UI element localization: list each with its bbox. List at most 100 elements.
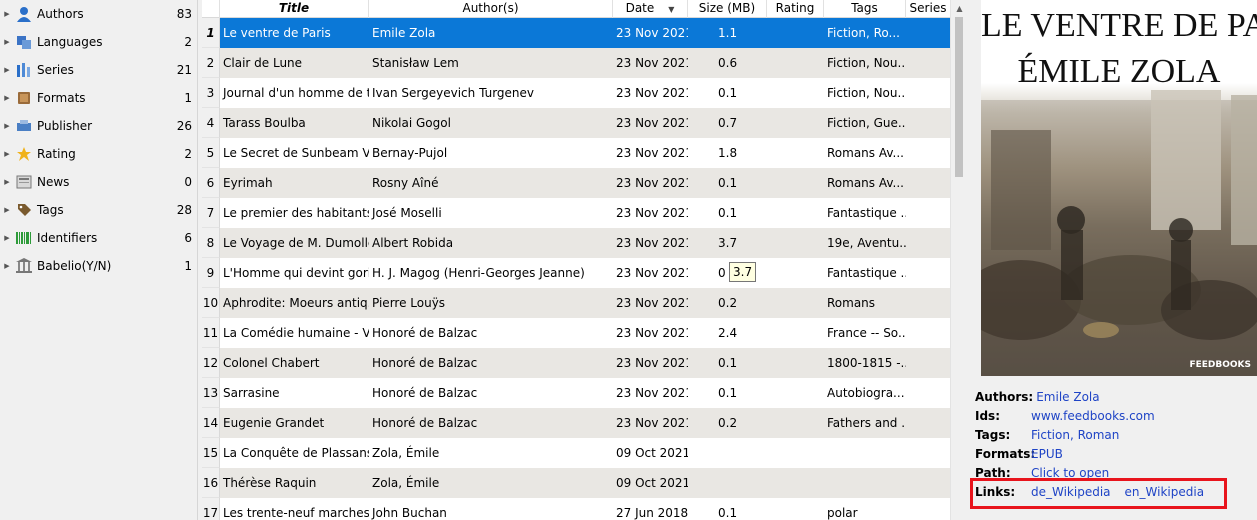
tag-browser-item-series[interactable]: ▶ Series 21	[0, 58, 198, 82]
cell-size[interactable]: 0.7	[688, 108, 767, 138]
row-number[interactable]: 14	[202, 408, 220, 438]
header-corner[interactable]	[202, 0, 220, 18]
vertical-scrollbar[interactable]: ▲	[950, 0, 967, 520]
table-row[interactable]: 16 Thérèse Raquin Zola, Émile 09 Oct 2021	[202, 468, 950, 498]
cell-date[interactable]: 23 Nov 2021	[613, 378, 688, 408]
cell-title[interactable]: Les trente-neuf marches	[220, 498, 369, 520]
cell-date[interactable]: 23 Nov 2021	[613, 198, 688, 228]
cell-title[interactable]: Eugenie Grandet	[220, 408, 369, 438]
cell-date[interactable]: 23 Nov 2021	[613, 318, 688, 348]
cell-title[interactable]: Eyrimah	[220, 168, 369, 198]
cell-author[interactable]: Bernay-Pujol	[369, 138, 613, 168]
table-row[interactable]: 7Le premier des habitants ...José Mosell…	[202, 198, 950, 228]
table-row[interactable]: 6 Eyrimah Rosny Aîné 23 Nov 2021 0.1 Romans A…	[202, 168, 950, 198]
cell-author[interactable]: H. J. Magog (Henri-Georges Jeanne)	[369, 258, 613, 288]
cell-author[interactable]: Ivan Sergeyevich Turgenev	[369, 78, 613, 108]
cell-author[interactable]: Nikolai Gogol	[369, 108, 613, 138]
table-row[interactable]: 1 Le ventre de Paris Emile Zola 23 Nov 2021…	[202, 18, 950, 48]
tag-browser-item-languages[interactable]: ▶ Languages 2	[0, 30, 198, 54]
cell-tags[interactable]: Fiction, Nou...	[824, 78, 906, 108]
cell-date[interactable]: 09 Oct 2021	[613, 438, 688, 468]
cell-author[interactable]: Albert Robida	[369, 228, 613, 258]
cell-date[interactable]: 23 Nov 2021	[613, 348, 688, 378]
row-number[interactable]: 1	[202, 18, 220, 48]
cell-size[interactable]: 0.1	[688, 198, 767, 228]
expand-arrow-icon[interactable]: ▶	[1, 38, 13, 46]
tag-browser-item-identifiers[interactable]: ▶ Identifiers 6	[0, 226, 198, 250]
cell-date[interactable]: 23 Nov 2021	[613, 288, 688, 318]
cell-size[interactable]: 0.6	[688, 48, 767, 78]
row-number[interactable]: 12	[202, 348, 220, 378]
cell-tags[interactable]: 19e, Aventu...	[824, 228, 906, 258]
cell-date[interactable]: 23 Nov 2021	[613, 408, 688, 438]
table-row[interactable]: 10 Aphrodite: Moeurs antiq... Pierre Louÿs…	[202, 288, 950, 318]
tag-browser-item-news[interactable]: ▶ News 0	[0, 170, 198, 194]
row-number[interactable]: 7	[202, 198, 220, 228]
table-row[interactable]: 15 La Conquête de Plassans Zola, Émile 09 O…	[202, 438, 950, 468]
cell-size[interactable]: 2.4	[688, 318, 767, 348]
table-row[interactable]: 5Le Secret de Sunbeam Va...Bernay-Pujol2…	[202, 138, 950, 168]
column-header-rating[interactable]: Rating	[767, 0, 824, 18]
cell-size[interactable]	[688, 468, 767, 498]
cell-date[interactable]: 23 Nov 2021	[613, 18, 688, 48]
expand-arrow-icon[interactable]: ▶	[1, 122, 13, 130]
row-number[interactable]: 17	[202, 498, 220, 520]
row-number[interactable]: 10	[202, 288, 220, 318]
row-number[interactable]: 8	[202, 228, 220, 258]
column-header-tags[interactable]: Tags	[824, 0, 906, 18]
row-number[interactable]: 4	[202, 108, 220, 138]
table-row[interactable]: 14 Eugenie Grandet Honoré de Balzac 23 Nov …	[202, 408, 950, 438]
expand-arrow-icon[interactable]: ▶	[1, 262, 13, 270]
expand-arrow-icon[interactable]: ▶	[1, 150, 13, 158]
cell-title[interactable]: Le Secret de Sunbeam Va...	[220, 138, 369, 168]
cell-title[interactable]: Thérèse Raquin	[220, 468, 369, 498]
expand-arrow-icon[interactable]: ▶	[1, 10, 13, 18]
expand-arrow-icon[interactable]: ▶	[1, 94, 13, 102]
scroll-up-icon[interactable]: ▲	[951, 0, 968, 17]
column-header-authors[interactable]: Author(s)	[369, 0, 613, 18]
book-cover[interactable]: LE VENTRE DE PARIS ÉMILE ZOLA FEEDBOOKS	[981, 0, 1257, 376]
column-header-size[interactable]: Size (MB)	[688, 0, 767, 18]
cell-author[interactable]: Zola, Émile	[369, 468, 613, 498]
cell-size[interactable]: 1.1	[688, 18, 767, 48]
cell-tags[interactable]: Fantastique ...	[824, 258, 906, 288]
cell-author[interactable]: Emile Zola	[369, 18, 613, 48]
cell-title[interactable]: Sarrasine	[220, 378, 369, 408]
cell-date[interactable]: 23 Nov 2021	[613, 108, 688, 138]
tag-browser-item-publisher[interactable]: ▶ Publisher 26	[0, 114, 198, 138]
cell-title[interactable]: L'Homme qui devint gori...	[220, 258, 369, 288]
cell-tags[interactable]: Fathers and ...	[824, 408, 906, 438]
row-number[interactable]: 6	[202, 168, 220, 198]
cell-size[interactable]: 1.8	[688, 138, 767, 168]
expand-arrow-icon[interactable]: ▶	[1, 206, 13, 214]
table-row[interactable]: 9 L'Homme qui devint gori... H. J. Magog (…	[202, 258, 950, 288]
cell-author[interactable]: Stanisław Lem	[369, 48, 613, 78]
expand-arrow-icon[interactable]: ▶	[1, 234, 13, 242]
column-header-series[interactable]: Series	[906, 0, 950, 18]
cell-title[interactable]: Journal d'un homme de t...	[220, 78, 369, 108]
cell-date[interactable]: 23 Nov 2021	[613, 228, 688, 258]
cell-size[interactable]: 0.2	[688, 288, 767, 318]
expand-arrow-icon[interactable]: ▶	[1, 178, 13, 186]
cell-size[interactable]: 0.1	[688, 78, 767, 108]
cell-date[interactable]: 23 Nov 2021	[613, 168, 688, 198]
tag-browser-item-authors[interactable]: ▶ Authors 83	[0, 2, 198, 26]
cell-tags[interactable]: Fiction, Nou...	[824, 48, 906, 78]
cell-tags[interactable]: France -- So...	[824, 318, 906, 348]
row-number[interactable]: 3	[202, 78, 220, 108]
cell-date[interactable]: 23 Nov 2021	[613, 138, 688, 168]
tag-browser-item-rating[interactable]: ▶ Rating 2	[0, 142, 198, 166]
cell-size[interactable]: 0.2	[688, 408, 767, 438]
row-number[interactable]: 5	[202, 138, 220, 168]
tag-browser-item-tags[interactable]: ▶ Tags 28	[0, 198, 198, 222]
cell-tags[interactable]: Romans Av...	[824, 168, 906, 198]
cell-title[interactable]: Le Voyage de M. Dumollet	[220, 228, 369, 258]
cell-tags[interactable]: Autobiogra...	[824, 378, 906, 408]
cell-tags[interactable]: Romans Av...	[824, 138, 906, 168]
cell-title[interactable]: La Conquête de Plassans	[220, 438, 369, 468]
cell-author[interactable]: John Buchan	[369, 498, 613, 520]
row-number[interactable]: 9	[202, 258, 220, 288]
table-row[interactable]: 12 Colonel Chabert Honoré de Balzac 23 Nov …	[202, 348, 950, 378]
cell-tags[interactable]: Fiction, Gue...	[824, 108, 906, 138]
table-row[interactable]: 2 Clair de Lune Stanisław Lem 23 Nov 2021 0.…	[202, 48, 950, 78]
